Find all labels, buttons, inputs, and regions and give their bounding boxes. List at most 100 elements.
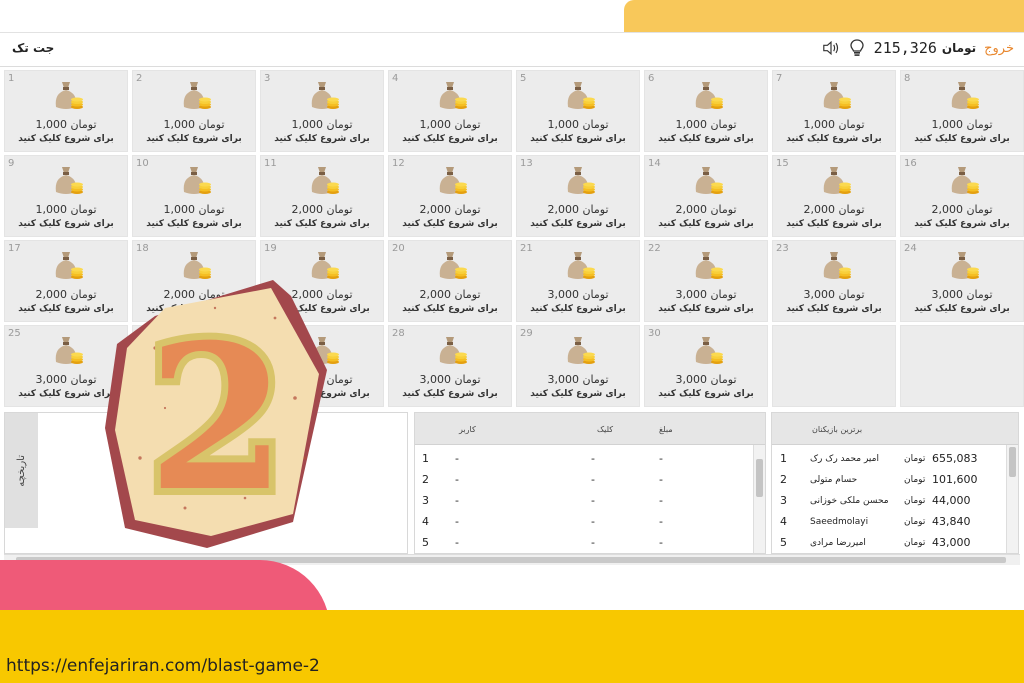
cell-amount: تومان 1,000 <box>5 203 127 216</box>
cell-number: 14 <box>648 158 661 169</box>
cell-amount-value: 1,000 <box>163 203 195 216</box>
money-bag-icon <box>819 249 853 283</box>
bag-cell[interactable]: 10 تومان 1,000 برای شروع کلیک کنید <box>132 155 256 237</box>
cell-cta: برای شروع کلیک کنید <box>786 304 882 314</box>
row-index: 2 <box>422 473 429 486</box>
cell-amount: تومان 1,000 <box>901 118 1023 131</box>
cell-amount-value: 2,000 <box>803 203 835 216</box>
cell-cta: برای شروع کلیک کنید <box>402 304 498 314</box>
bag-cell[interactable]: 3 تومان 1,000 برای شروع کلیک کنید <box>260 70 384 152</box>
leaderboard-row: 3 محسن ملکی خوزانی تومان 44,000 <box>772 491 1018 512</box>
cell-amount-value: 1,000 <box>803 118 835 131</box>
cell-amount: تومان 2,000 <box>261 203 383 216</box>
cell-cta: برای شروع کلیک کنید <box>402 134 498 144</box>
money-bag-icon <box>947 164 981 198</box>
table-row: 5 - - - <box>415 533 765 553</box>
bag-cell[interactable]: 21 تومان 3,000 برای شروع کلیک کنید <box>516 240 640 322</box>
scroll-thumb[interactable] <box>1009 447 1016 477</box>
cell-amount-value: 2,000 <box>419 288 451 301</box>
player-amount: 655,083 <box>932 452 978 465</box>
cell-unit: تومان <box>70 118 97 131</box>
history-tab[interactable]: تاریخچه <box>5 413 38 528</box>
cell-number: 18 <box>136 243 149 254</box>
cell-unit: تومان <box>710 288 737 301</box>
scroll-thumb[interactable] <box>756 459 763 497</box>
bag-cell[interactable]: 28 تومان 3,000 برای شروع کلیک کنید <box>388 325 512 407</box>
bag-cell[interactable]: 24 تومان 3,000 برای شروع کلیک کنید <box>900 240 1024 322</box>
cell-unit: تومان <box>710 203 737 216</box>
cell-number: 9 <box>8 158 15 169</box>
leaderboard-title: برترین بازیکنان <box>812 425 863 434</box>
cell-amount-value: 1,000 <box>35 118 67 131</box>
bag-cell[interactable]: 4 تومان 1,000 برای شروع کلیک کنید <box>388 70 512 152</box>
cell-cta: برای شروع کلیک کنید <box>786 134 882 144</box>
cell-cta: برای شروع کلیک کنید <box>274 134 370 144</box>
lightbulb-icon[interactable] <box>848 39 866 57</box>
speaker-icon[interactable] <box>822 39 840 57</box>
cell-amount-value: 2,000 <box>419 203 451 216</box>
bag-cell[interactable]: 20 تومان 2,000 برای شروع کلیک کنید <box>388 240 512 322</box>
bag-cell[interactable]: 22 تومان 3,000 برای شروع کلیک کنید <box>644 240 768 322</box>
header-right: خروج 215,326 تومان <box>822 39 1014 57</box>
logout-link[interactable]: خروج <box>984 41 1014 56</box>
bag-cell[interactable]: 5 تومان 1,000 برای شروع کلیک کنید <box>516 70 640 152</box>
money-bag-icon <box>563 249 597 283</box>
bag-cell[interactable]: 8 تومان 1,000 برای شروع کلیک کنید <box>900 70 1024 152</box>
cell-amount: تومان 3,000 <box>645 373 767 386</box>
cell-amount: تومان 2,000 <box>389 203 511 216</box>
bag-cell[interactable]: 16 تومان 2,000 برای شروع کلیک کنید <box>900 155 1024 237</box>
balance-display: 215,326 تومان <box>874 39 976 57</box>
results-scrollbar[interactable] <box>753 445 765 553</box>
row-click: - <box>591 452 595 465</box>
player-unit: تومان <box>904 517 926 527</box>
bag-cell[interactable]: 12 تومان 2,000 برای شروع کلیک کنید <box>388 155 512 237</box>
cell-amount: تومان 3,000 <box>517 373 639 386</box>
money-bag-icon <box>691 249 725 283</box>
cell-number: 7 <box>776 73 783 84</box>
cell-cta: برای شروع کلیک کنید <box>530 134 626 144</box>
row-user: - <box>455 494 459 507</box>
money-bag-icon <box>307 164 341 198</box>
cell-number: 13 <box>520 158 533 169</box>
money-bag-icon <box>691 164 725 198</box>
cell-amount: تومان 3,000 <box>645 288 767 301</box>
money-bag-icon <box>563 334 597 368</box>
cell-cta: برای شروع کلیک کنید <box>914 304 1010 314</box>
cell-amount: تومان 3,000 <box>773 288 895 301</box>
row-amount: - <box>659 536 663 549</box>
money-bag-icon <box>947 249 981 283</box>
cell-number: 3 <box>264 73 271 84</box>
results-table-header: مبلغ کلیک کاربر <box>415 413 765 445</box>
table-row: 1 - - - <box>415 449 765 470</box>
bag-cell[interactable]: 29 تومان 3,000 برای شروع کلیک کنید <box>516 325 640 407</box>
cell-unit: تومان <box>198 118 225 131</box>
cell-amount: تومان 2,000 <box>901 203 1023 216</box>
bag-cell[interactable]: 30 تومان 3,000 برای شروع کلیک کنید <box>644 325 768 407</box>
bag-cell[interactable]: 1 تومان 1,000 برای شروع کلیک کنید <box>4 70 128 152</box>
leaderboard-scrollbar[interactable] <box>1006 445 1018 553</box>
leaderboard-row: 5 امیررضا مرادی تومان 43,000 <box>772 533 1018 553</box>
cell-amount: تومان 1,000 <box>133 203 255 216</box>
cell-number: 11 <box>264 158 277 169</box>
money-bag-icon <box>51 164 85 198</box>
bag-cell[interactable]: 14 تومان 2,000 برای شروع کلیک کنید <box>644 155 768 237</box>
bag-cell[interactable]: 2 تومان 1,000 برای شروع کلیک کنید <box>132 70 256 152</box>
cell-amount-value: 1,000 <box>163 118 195 131</box>
cell-amount: تومان 3,000 <box>389 373 511 386</box>
top-bar: جت تک خروج 215,326 تومان <box>0 33 1024 67</box>
bag-cell[interactable]: 11 تومان 2,000 برای شروع کلیک کنید <box>260 155 384 237</box>
bag-cell[interactable]: 13 تومان 2,000 برای شروع کلیک کنید <box>516 155 640 237</box>
bag-cell[interactable]: 6 تومان 1,000 برای شروع کلیک کنید <box>644 70 768 152</box>
cell-amount-value: 2,000 <box>35 288 67 301</box>
cell-cta: برای شروع کلیک کنید <box>658 219 754 229</box>
cell-amount-value: 2,000 <box>931 203 963 216</box>
bag-cell[interactable]: 15 تومان 2,000 برای شروع کلیک کنید <box>772 155 896 237</box>
player-unit: تومان <box>904 496 926 506</box>
bag-cell[interactable]: 23 تومان 3,000 برای شروع کلیک کنید <box>772 240 896 322</box>
bag-cell[interactable]: 9 تومان 1,000 برای شروع کلیک کنید <box>4 155 128 237</box>
player-amount: 43,000 <box>932 536 971 549</box>
bag-cell[interactable]: 7 تومان 1,000 برای شروع کلیک کنید <box>772 70 896 152</box>
money-bag-icon <box>691 79 725 113</box>
cell-cta: برای شروع کلیک کنید <box>18 219 114 229</box>
decor-yellow-top <box>624 0 1024 34</box>
